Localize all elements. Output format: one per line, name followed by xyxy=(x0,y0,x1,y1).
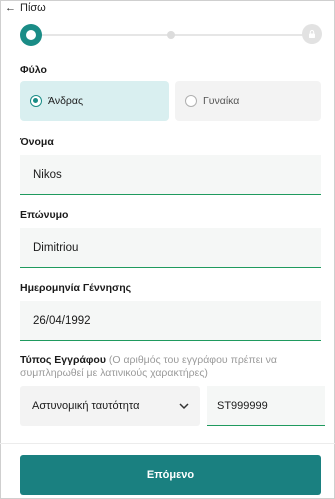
gender-label: Φύλο xyxy=(20,64,47,76)
document-type-select[interactable]: Αστυνομική ταυτότητα xyxy=(20,386,200,426)
arrow-left-icon: ← xyxy=(5,2,16,14)
gender-option-male[interactable]: Άνδρας xyxy=(20,81,169,121)
last-name-field[interactable]: Dimitriou xyxy=(20,228,321,268)
footer-divider xyxy=(0,443,335,444)
back-label: Πίσω xyxy=(20,2,46,14)
step-pending xyxy=(167,31,175,39)
step-final xyxy=(302,24,322,44)
document-type-label: Τύπος Εγγράφου (Ο αριθμός του εγγράφου π… xyxy=(20,354,320,380)
progress-stepper xyxy=(20,24,322,46)
step-current xyxy=(20,24,42,46)
document-type-value: Αστυνομική ταυτότητα xyxy=(32,400,140,412)
next-button[interactable]: Επόμενο xyxy=(20,455,321,495)
gender-option-label: Άνδρας xyxy=(48,95,84,107)
chevron-down-icon xyxy=(178,400,190,412)
document-type-title: Τύπος Εγγράφου xyxy=(20,354,106,366)
lock-icon xyxy=(309,30,315,38)
document-number-field[interactable]: ST999999 xyxy=(207,386,325,426)
birth-date-label: Ημερομηνία Γέννησης xyxy=(20,282,132,294)
radio-unselected-icon[interactable] xyxy=(185,95,197,107)
last-name-label: Επώνυμο xyxy=(20,209,69,221)
radio-selected-icon[interactable] xyxy=(30,95,42,107)
birth-date-field[interactable]: 26/04/1992 xyxy=(20,301,321,341)
gender-option-label: Γυναίκα xyxy=(203,95,240,107)
first-name-label: Όνομα xyxy=(20,136,54,148)
first-name-field[interactable]: Nikos xyxy=(20,155,321,195)
gender-option-female[interactable]: Γυναίκα xyxy=(175,81,321,121)
back-link[interactable]: ← Πίσω xyxy=(5,2,46,14)
